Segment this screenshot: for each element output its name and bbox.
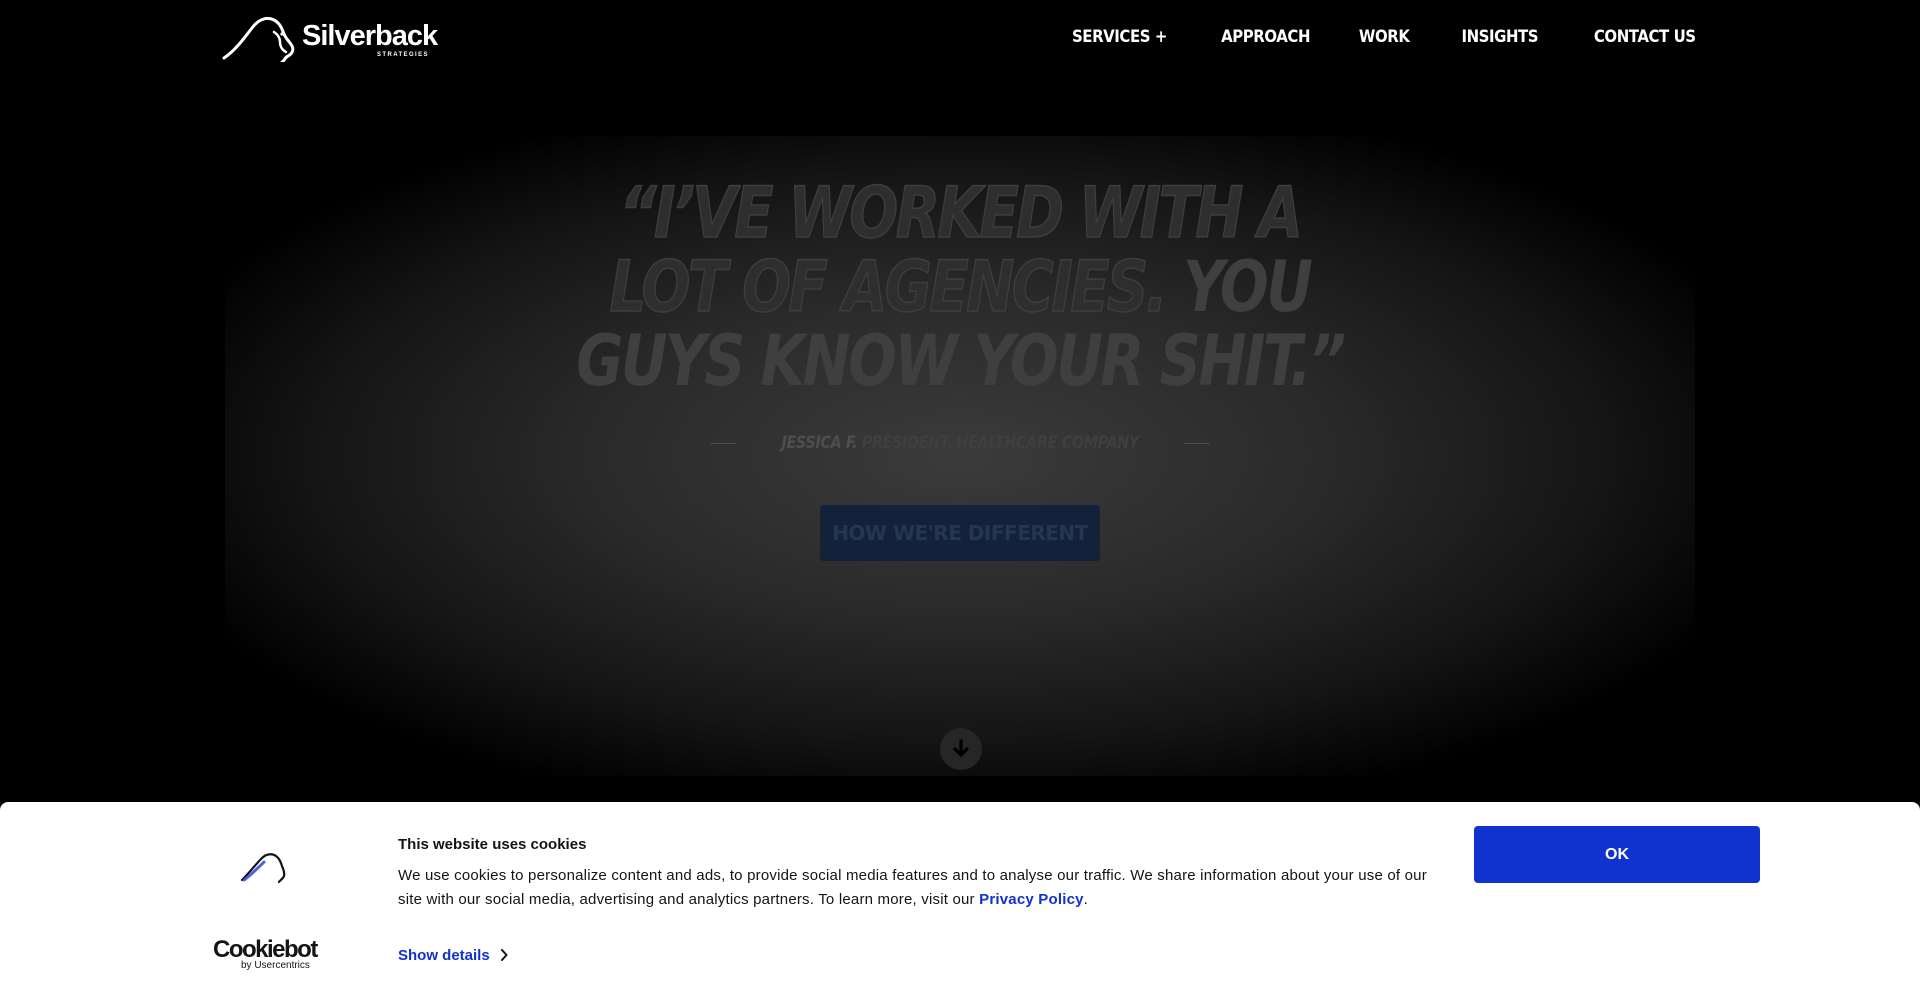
quote-line-3-highlight: GUYS KNOW YOUR SHIT.”: [576, 320, 1346, 402]
cookie-consent-banner: Cookiebot by Usercentrics This website u…: [0, 802, 1920, 993]
site-header: Silverback STRATEGIES SERVICES + APPROAC…: [0, 0, 1920, 76]
cookie-body: We use cookies to personalize content an…: [398, 867, 1427, 908]
silverback-mark-icon: [240, 853, 286, 884]
main-nav: SERVICES + APPROACH WORK INSIGHTS CONTAC…: [1017, 24, 1697, 50]
show-details-link[interactable]: Show details: [398, 944, 508, 966]
scroll-down-button[interactable]: [940, 728, 982, 770]
attribution-text: JESSICA F. PRESIDENT, HEALTHCARE COMPANY: [781, 433, 1139, 453]
privacy-policy-link[interactable]: Privacy Policy: [979, 891, 1084, 908]
show-details-label: Show details: [398, 946, 490, 964]
testimonial-quote: “I’VE WORKED WITH A LOT OF AGENCIES. YOU…: [550, 175, 1370, 398]
attribution-rule-right: [1184, 442, 1210, 444]
arrow-down-circle-icon: [953, 739, 969, 757]
nav-contact-us[interactable]: CONTACT US: [1594, 24, 1696, 50]
nav-approach[interactable]: APPROACH: [1221, 24, 1310, 50]
quote-line-1: “I’VE WORKED WITH A: [619, 172, 1304, 254]
cookiebot-name: Cookiebot: [213, 936, 318, 963]
gorilla-logo-icon: [222, 16, 295, 62]
nav-insights[interactable]: INSIGHTS: [1462, 24, 1539, 50]
attribution-rule-left: [710, 442, 736, 444]
cookie-ok-button[interactable]: OK: [1474, 826, 1760, 883]
quote-line-2: LOT OF AGENCIES.: [609, 246, 1168, 328]
silverback-logo[interactable]: Silverback STRATEGIES: [222, 12, 442, 62]
cookie-title: This website uses cookies: [398, 836, 587, 853]
cookie-text: We use cookies to personalize content an…: [398, 864, 1433, 912]
testimonial-attribution: JESSICA F. PRESIDENT, HEALTHCARE COMPANY: [710, 428, 1210, 458]
cookie-body-end: .: [1083, 891, 1089, 908]
cookiebot-logo: Cookiebot by Usercentrics: [213, 936, 323, 972]
page: Silverback STRATEGIES SERVICES + APPROAC…: [0, 0, 1920, 993]
attribution-name: JESSICA F.: [781, 433, 857, 453]
how-we-are-different-button[interactable]: HOW WE'RE DIFFERENT: [820, 505, 1100, 561]
logo-tagline: STRATEGIES: [377, 52, 429, 58]
attribution-role: PRESIDENT, HEALTHCARE COMPANY: [861, 433, 1139, 453]
cookiebot-by: by Usercentrics: [241, 960, 310, 971]
logo-wordmark: Silverback: [302, 20, 438, 52]
nav-work[interactable]: WORK: [1359, 24, 1410, 50]
chevron-right-icon: [500, 949, 508, 961]
nav-services[interactable]: SERVICES +: [1072, 24, 1167, 50]
quote-line-2-highlight: YOU: [1182, 246, 1313, 328]
